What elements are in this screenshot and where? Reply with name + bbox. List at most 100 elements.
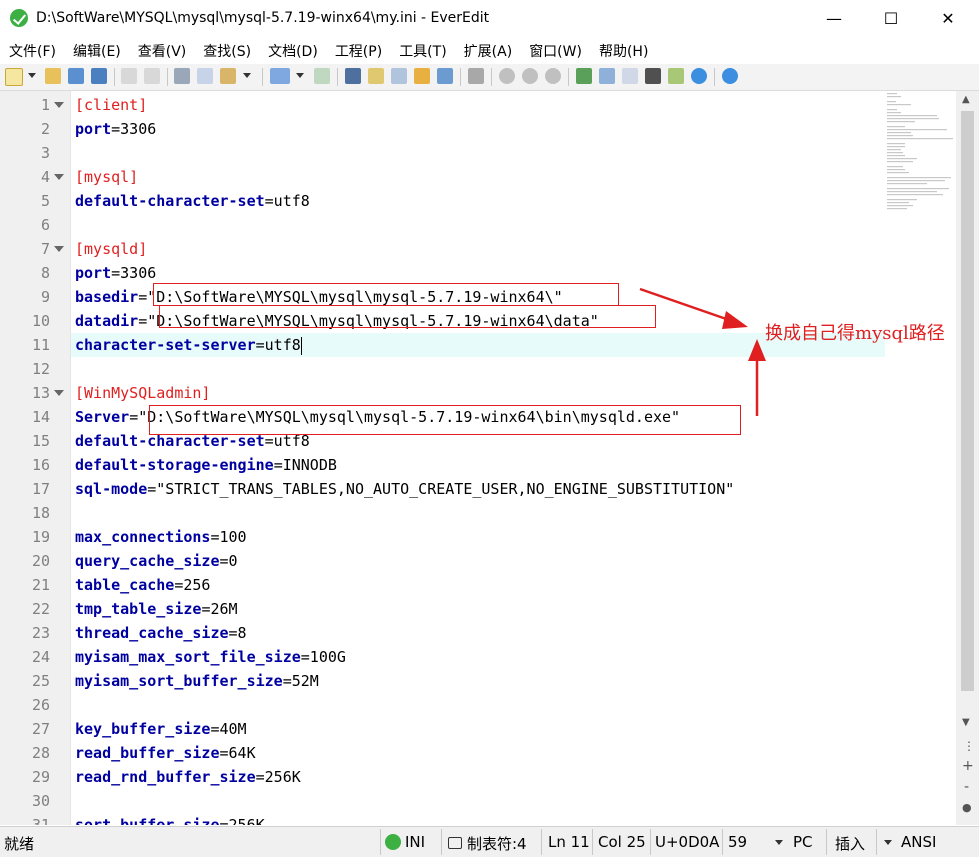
everedit-app-icon[interactable] (10, 9, 28, 27)
code-line[interactable]: [mysql] (75, 165, 138, 189)
code-line[interactable]: myisam_max_sort_file_size=100G (75, 645, 346, 669)
status-insert-mode[interactable]: 插入 (835, 833, 865, 854)
project-tree-icon[interactable] (576, 68, 592, 84)
fold-toggle-icon[interactable] (54, 102, 64, 108)
outline-icon[interactable] (314, 68, 330, 84)
copy-icon[interactable] (197, 68, 213, 84)
menu-extensions[interactable]: 扩展(A) (455, 41, 521, 61)
menu-help[interactable]: 帮助(H) (590, 41, 656, 61)
code-line[interactable]: max_connections=100 (75, 525, 247, 549)
menu-search[interactable]: 查找(S) (194, 41, 259, 61)
scrollbar-thumb[interactable] (961, 111, 974, 691)
macro-play-icon[interactable] (522, 68, 538, 84)
code-line[interactable]: thread_cache_size=8 (75, 621, 247, 645)
find-in-files-icon[interactable] (391, 68, 407, 84)
code-line[interactable]: [client] (75, 93, 147, 117)
code-line[interactable]: default-character-set=utf8 (75, 189, 310, 213)
find-folder-icon[interactable] (414, 68, 430, 84)
new-file-icon[interactable] (5, 68, 23, 86)
collapse-icon[interactable]: ⋮ (963, 739, 975, 753)
fold-toggle-icon[interactable] (54, 390, 64, 396)
status-encoding[interactable]: ANSI (901, 833, 936, 851)
replace-icon[interactable] (368, 68, 384, 84)
line-number: 3 (40, 144, 50, 162)
minimap[interactable] (885, 91, 955, 231)
zoom-in-icon[interactable]: + (962, 758, 974, 774)
config-value: =100 (210, 528, 247, 546)
line-number: 28 (31, 744, 50, 762)
fold-toggle-icon[interactable] (54, 174, 64, 180)
code-line[interactable]: read_buffer_size=64K (75, 741, 256, 765)
menu-view[interactable]: 查看(V) (129, 41, 195, 61)
menu-project[interactable]: 工程(P) (326, 41, 390, 61)
menu-file[interactable]: 文件(F) (0, 41, 64, 61)
toolbar-separator (167, 68, 168, 86)
browser-preview-icon[interactable] (691, 68, 707, 84)
code-line[interactable]: key_buffer_size=40M (75, 717, 247, 741)
minimize-button[interactable]: — (805, 0, 863, 36)
zoom-reset-icon[interactable]: ● (962, 801, 972, 814)
help-icon[interactable] (722, 68, 738, 84)
code-line[interactable]: read_rnd_buffer_size=256K (75, 765, 301, 789)
toolbar-separator (262, 68, 263, 86)
macro-record-icon[interactable] (499, 68, 515, 84)
menu-window[interactable]: 窗口(W) (520, 41, 590, 61)
code-line[interactable]: query_cache_size=0 (75, 549, 238, 573)
goto-icon[interactable] (437, 68, 453, 84)
console-icon[interactable] (645, 68, 661, 84)
open-folder-icon[interactable] (45, 68, 61, 84)
code-line[interactable]: sql-mode="STRICT_TRANS_TABLES,NO_AUTO_CR… (75, 477, 734, 501)
code-line[interactable]: character-set-server=utf8 (75, 333, 302, 357)
code-line[interactable]: sort_buffer_size=256K (75, 813, 265, 825)
zoom-out-icon[interactable]: - (964, 779, 969, 795)
scroll-up-icon[interactable]: ▲ (962, 94, 970, 105)
toolbar-separator (337, 68, 338, 86)
close-button[interactable]: ✕ (919, 0, 977, 36)
vertical-scrollbar[interactable]: ▲ ▼ ⋮ + - ● (956, 91, 979, 825)
line-number: 11 (31, 336, 50, 354)
save-icon[interactable] (68, 68, 84, 84)
editor-area[interactable]: 1 [client] 2 port=3306 3 4 [mysql] 5 default-cha… (0, 91, 955, 825)
fold-toggle-icon[interactable] (54, 246, 64, 252)
code-line[interactable]: [mysqld] (75, 237, 147, 261)
status-tab-size[interactable]: 制表符:4 (467, 833, 527, 854)
code-line[interactable]: default-storage-engine=INNODB (75, 453, 337, 477)
split-view-icon[interactable] (622, 68, 638, 84)
new-file-dropdown-icon[interactable] (28, 73, 36, 78)
redo-icon[interactable] (144, 68, 160, 84)
eol-dropdown-icon[interactable] (775, 840, 783, 845)
column-mode-icon[interactable] (468, 68, 484, 84)
maximize-button[interactable]: ☐ (862, 0, 920, 36)
status-eol[interactable]: PC (793, 833, 813, 851)
config-key: character-set-server (75, 336, 256, 354)
status-separator (541, 829, 542, 855)
paste-icon[interactable] (220, 68, 236, 84)
menu-document[interactable]: 文档(D) (259, 41, 326, 61)
status-syntax-language[interactable]: INI (405, 833, 425, 851)
code-line[interactable]: port=3306 (75, 261, 156, 285)
menu-tools[interactable]: 工具(T) (390, 41, 454, 61)
menu-edit[interactable]: 编辑(E) (64, 41, 129, 61)
find-icon[interactable] (345, 68, 361, 84)
word-wrap-icon[interactable] (270, 68, 290, 84)
code-line[interactable]: table_cache=256 (75, 573, 210, 597)
code-line[interactable]: port=3306 (75, 117, 156, 141)
paste-dropdown-icon[interactable] (243, 73, 251, 78)
undo-icon[interactable] (121, 68, 137, 84)
code-line[interactable]: tmp_table_size=26M (75, 597, 238, 621)
file-list-icon[interactable] (599, 68, 615, 84)
cut-icon[interactable] (174, 68, 190, 84)
scroll-down-icon[interactable]: ▼ (962, 717, 970, 728)
config-key: myisam_sort_buffer_size (75, 672, 283, 690)
line-number: 24 (31, 648, 50, 666)
config-value: =utf8 (255, 336, 301, 354)
word-wrap-dropdown-icon[interactable] (296, 73, 304, 78)
encoding-dropdown-icon[interactable] (884, 840, 892, 845)
line-number: 16 (31, 456, 50, 474)
code-line[interactable]: [WinMySQLadmin] (75, 381, 210, 405)
line-number: 29 (31, 768, 50, 786)
macro-repeat-icon[interactable] (545, 68, 561, 84)
hex-view-icon[interactable] (668, 68, 684, 84)
save-all-icon[interactable] (91, 68, 107, 84)
code-line[interactable]: myisam_sort_buffer_size=52M (75, 669, 319, 693)
